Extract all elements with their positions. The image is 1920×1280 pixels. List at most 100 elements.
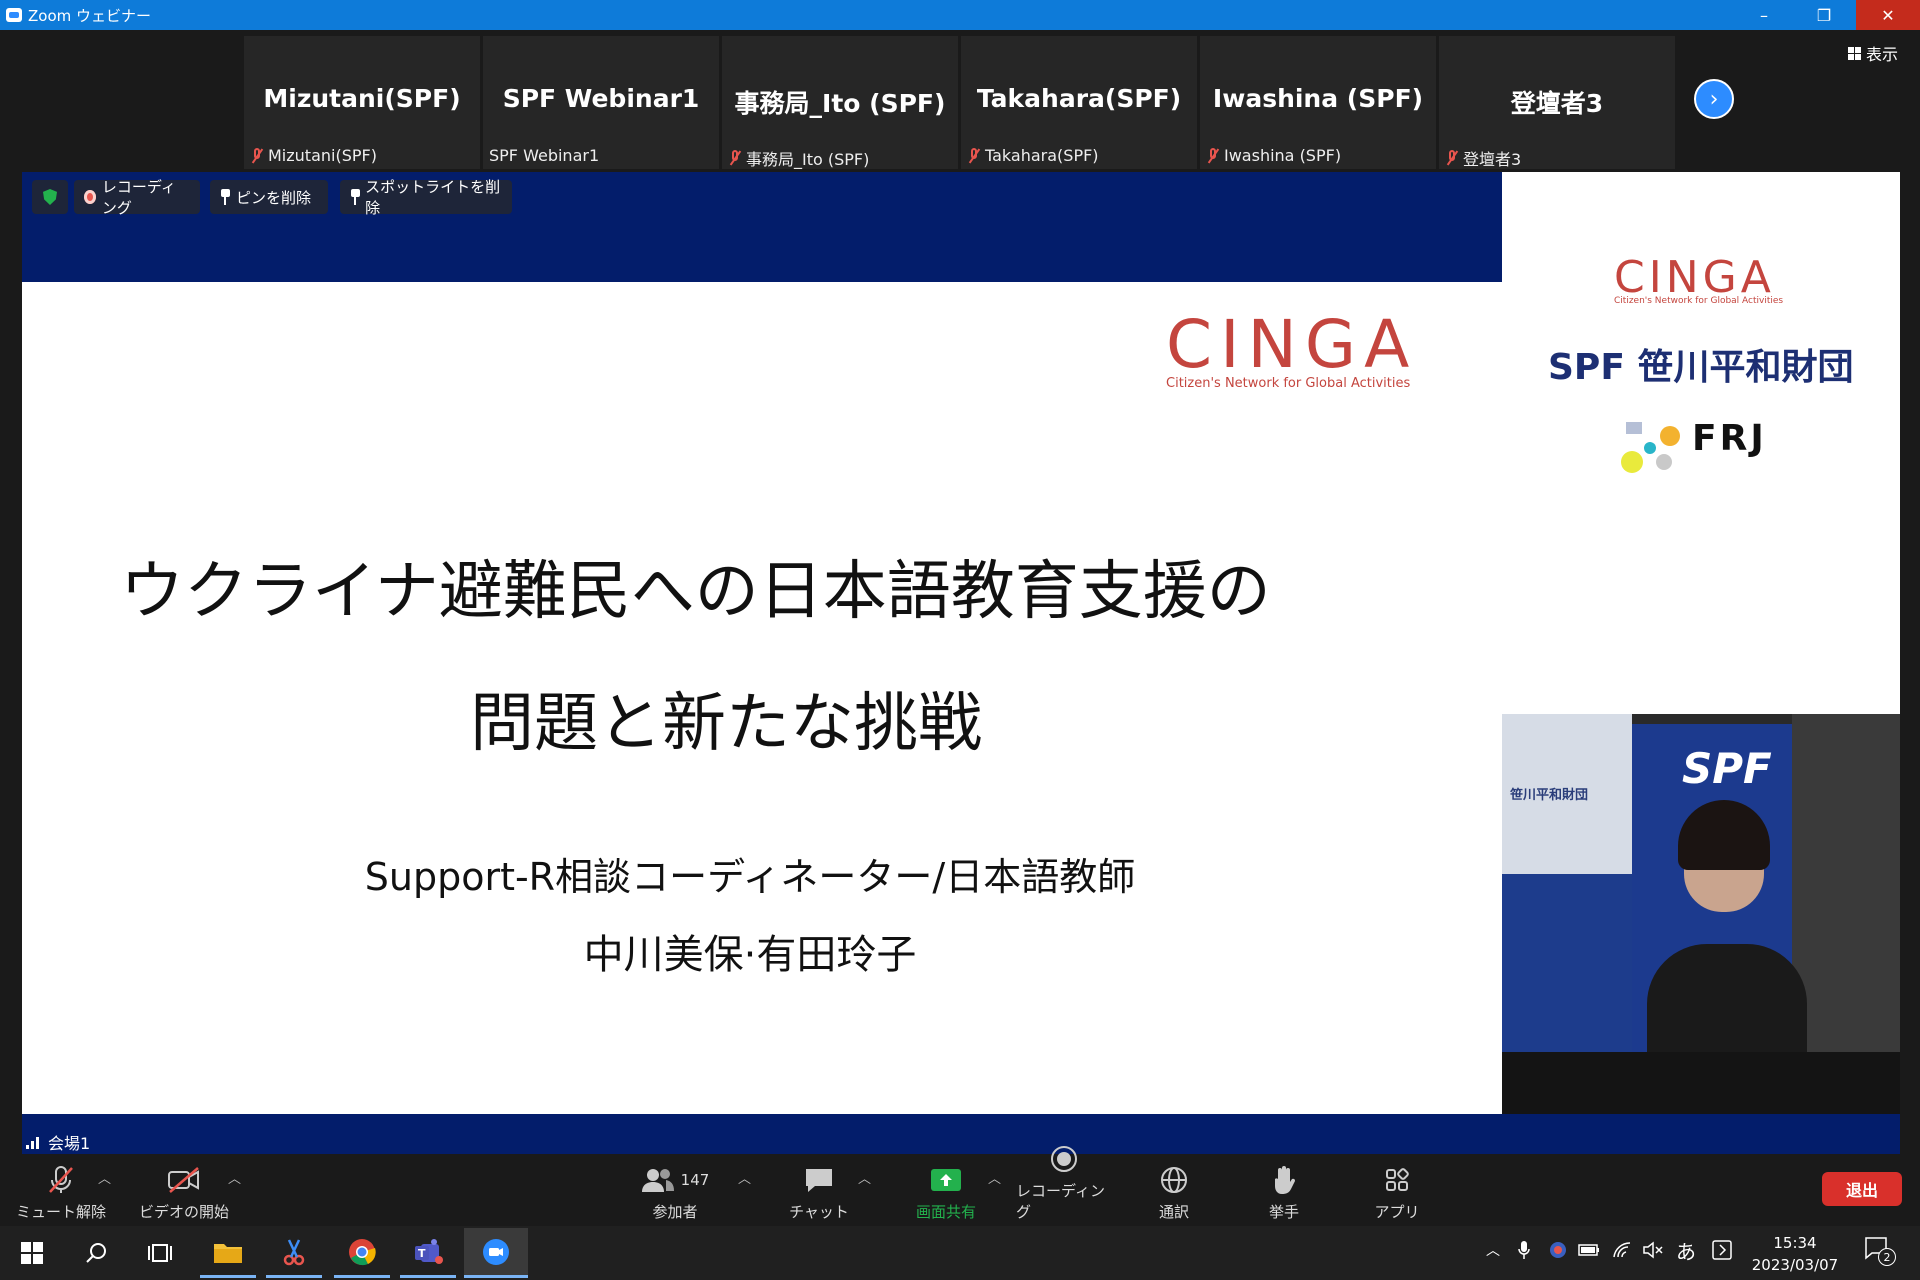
tray-ime-indicator[interactable]: あ — [1676, 1236, 1696, 1265]
taskbar-chrome[interactable] — [334, 1228, 390, 1278]
participants-label: 参加者 — [652, 1203, 698, 1221]
tray-wifi-icon[interactable] — [1612, 1240, 1632, 1264]
tray-security-icon[interactable] — [1548, 1240, 1568, 1264]
share-options-caret[interactable]: ︿ — [988, 1168, 1001, 1187]
participant-label-row: 登壇者3 — [1445, 146, 1521, 170]
participant-name: 事務局_Ito (SPF) — [734, 89, 946, 118]
participant-label: Iwashina (SPF) — [1224, 146, 1342, 165]
participant-label: SPF Webinar1 — [489, 146, 600, 165]
start-video-button[interactable]: ビデオの開始 — [132, 1160, 236, 1222]
scissors-icon — [283, 1238, 305, 1265]
taskbar-teams[interactable]: T — [400, 1228, 456, 1278]
apps-label: アプリ — [1374, 1203, 1420, 1221]
frj-dots-logo — [1621, 422, 1680, 473]
window-title: Zoom ウェビナー — [28, 7, 152, 25]
search-icon — [86, 1243, 106, 1263]
participant-tile[interactable]: 登壇者3 登壇者3 — [1439, 36, 1675, 169]
signal-bars-icon — [26, 1135, 42, 1149]
tray-battery-icon[interactable] — [1578, 1240, 1600, 1264]
participant-name: Takahara(SPF) — [976, 84, 1182, 113]
restore-button[interactable]: ❐ — [1794, 0, 1854, 30]
security-indicator[interactable] — [32, 180, 68, 214]
windows-logo-icon — [21, 1242, 43, 1264]
shield-icon — [43, 189, 57, 205]
participant-tile[interactable]: Iwashina (SPF) Iwashina (SPF) — [1200, 36, 1436, 169]
share-screen-button[interactable]: 画面共有 — [904, 1160, 988, 1222]
minimize-button[interactable]: – — [1734, 0, 1794, 30]
chat-icon — [803, 1165, 835, 1195]
slide-cinga-logo: CINGA — [1166, 306, 1418, 383]
windows-start-button[interactable] — [4, 1228, 60, 1278]
participant-tile[interactable]: Mizutani(SPF) Mizutani(SPF) — [244, 36, 480, 169]
taskbar-snipping-tool[interactable] — [266, 1228, 322, 1278]
mic-muted-icon — [45, 1165, 77, 1195]
title-bar: Zoom ウェビナー – ❐ ✕ — [0, 0, 1920, 30]
interpretation-button[interactable]: 通訳 — [1150, 1160, 1198, 1222]
chat-options-caret[interactable]: ︿ — [858, 1168, 871, 1187]
speaker-video[interactable]: 笹川平和財団 SPF — [1502, 714, 1900, 1114]
record-button[interactable]: レコーディング — [1016, 1146, 1112, 1222]
recording-label: レコーディング — [101, 178, 176, 217]
participants-icon-row: 147 — [641, 1165, 709, 1195]
taskbar-file-explorer[interactable] — [200, 1228, 256, 1278]
participant-label-row: Iwashina (SPF) — [1206, 146, 1341, 165]
tray-volume-muted-icon[interactable] — [1642, 1240, 1664, 1264]
slide-title-line2: 問題と新たな挑戦 — [470, 687, 982, 761]
tray-input-mode-icon[interactable] — [1712, 1240, 1732, 1264]
venue-label: 会場1 — [48, 1134, 91, 1153]
chevron-right-icon: › — [1709, 86, 1719, 112]
unpin-label: ピンを削除 — [236, 188, 312, 207]
next-page-button[interactable]: › — [1694, 79, 1734, 119]
participant-label-row: SPF Webinar1 — [489, 146, 599, 165]
apps-icon — [1383, 1165, 1411, 1195]
participant-name: 登壇者3 — [1510, 89, 1604, 118]
participant-tile[interactable]: SPF Webinar1 SPF Webinar1 — [483, 36, 719, 169]
view-button[interactable]: 表示 — [1838, 40, 1908, 66]
notification-center-button[interactable]: 2 — [1864, 1236, 1896, 1266]
unmute-button[interactable]: ミュート解除 — [14, 1160, 108, 1222]
zoom-logo-icon — [6, 8, 22, 22]
video-options-caret[interactable]: ︿ — [228, 1168, 241, 1187]
search-button[interactable] — [68, 1228, 124, 1278]
task-view-button[interactable] — [132, 1228, 188, 1278]
slide-title-line1: ウクライナ避難民への日本語教育支援の — [120, 555, 1271, 629]
raise-hand-button[interactable]: 挙手 — [1260, 1160, 1308, 1222]
participant-label: Takahara(SPF) — [985, 146, 1099, 165]
participants-button[interactable]: 147 参加者 — [640, 1160, 710, 1222]
tray-expand-icon[interactable]: ︿ — [1486, 1240, 1500, 1260]
participant-label-row: 事務局_Ito (SPF) — [728, 146, 869, 170]
apps-button[interactable]: アプリ — [1372, 1160, 1422, 1222]
recording-indicator[interactable]: レコーディング — [74, 178, 200, 217]
record-label: レコーディング — [1016, 1182, 1105, 1221]
chat-label: チャット — [789, 1203, 849, 1221]
frj-logo: FRJ — [1692, 418, 1767, 459]
mic-muted-icon — [967, 147, 981, 165]
share-screen-icon — [929, 1165, 963, 1195]
svg-text:T: T — [418, 1247, 426, 1260]
pin-icon — [220, 189, 230, 205]
participant-tile[interactable]: 事務局_Ito (SPF) 事務局_Ito (SPF) — [722, 36, 958, 169]
hand-icon — [1271, 1165, 1297, 1195]
chat-button[interactable]: チャット — [786, 1160, 852, 1222]
unpin-button[interactable]: ピンを削除 — [210, 180, 328, 214]
zoom-icon — [483, 1238, 509, 1265]
participants-options-caret[interactable]: ︿ — [738, 1168, 751, 1187]
taskbar-zoom[interactable] — [464, 1228, 528, 1278]
view-label: 表示 — [1865, 45, 1898, 64]
audio-options-caret[interactable]: ︿ — [98, 1168, 111, 1187]
taskbar-clock[interactable]: 15:34 2023/03/07 — [1740, 1232, 1850, 1276]
slide-presenters: 中川美保·有田玲子 — [583, 932, 917, 978]
tray-mic-icon[interactable] — [1518, 1240, 1530, 1264]
leave-button[interactable]: 退出 — [1822, 1172, 1902, 1206]
meeting-venue: 会場1 — [26, 1130, 90, 1154]
mic-muted-icon — [1445, 149, 1459, 167]
folder-icon — [214, 1243, 242, 1263]
close-button[interactable]: ✕ — [1856, 0, 1920, 30]
remove-spotlight-button[interactable]: スポットライトを削除 — [340, 178, 512, 217]
clock-date: 2023/03/07 — [1751, 1256, 1839, 1274]
video-off-icon — [166, 1165, 202, 1195]
cinga-logo-subtitle: Citizen's Network for Global Activities — [1614, 296, 1784, 306]
participant-label-row: Takahara(SPF) — [967, 146, 1099, 165]
video-backdrop-logo: SPF — [1682, 744, 1772, 793]
participant-tile[interactable]: Takahara(SPF) Takahara(SPF) — [961, 36, 1197, 169]
